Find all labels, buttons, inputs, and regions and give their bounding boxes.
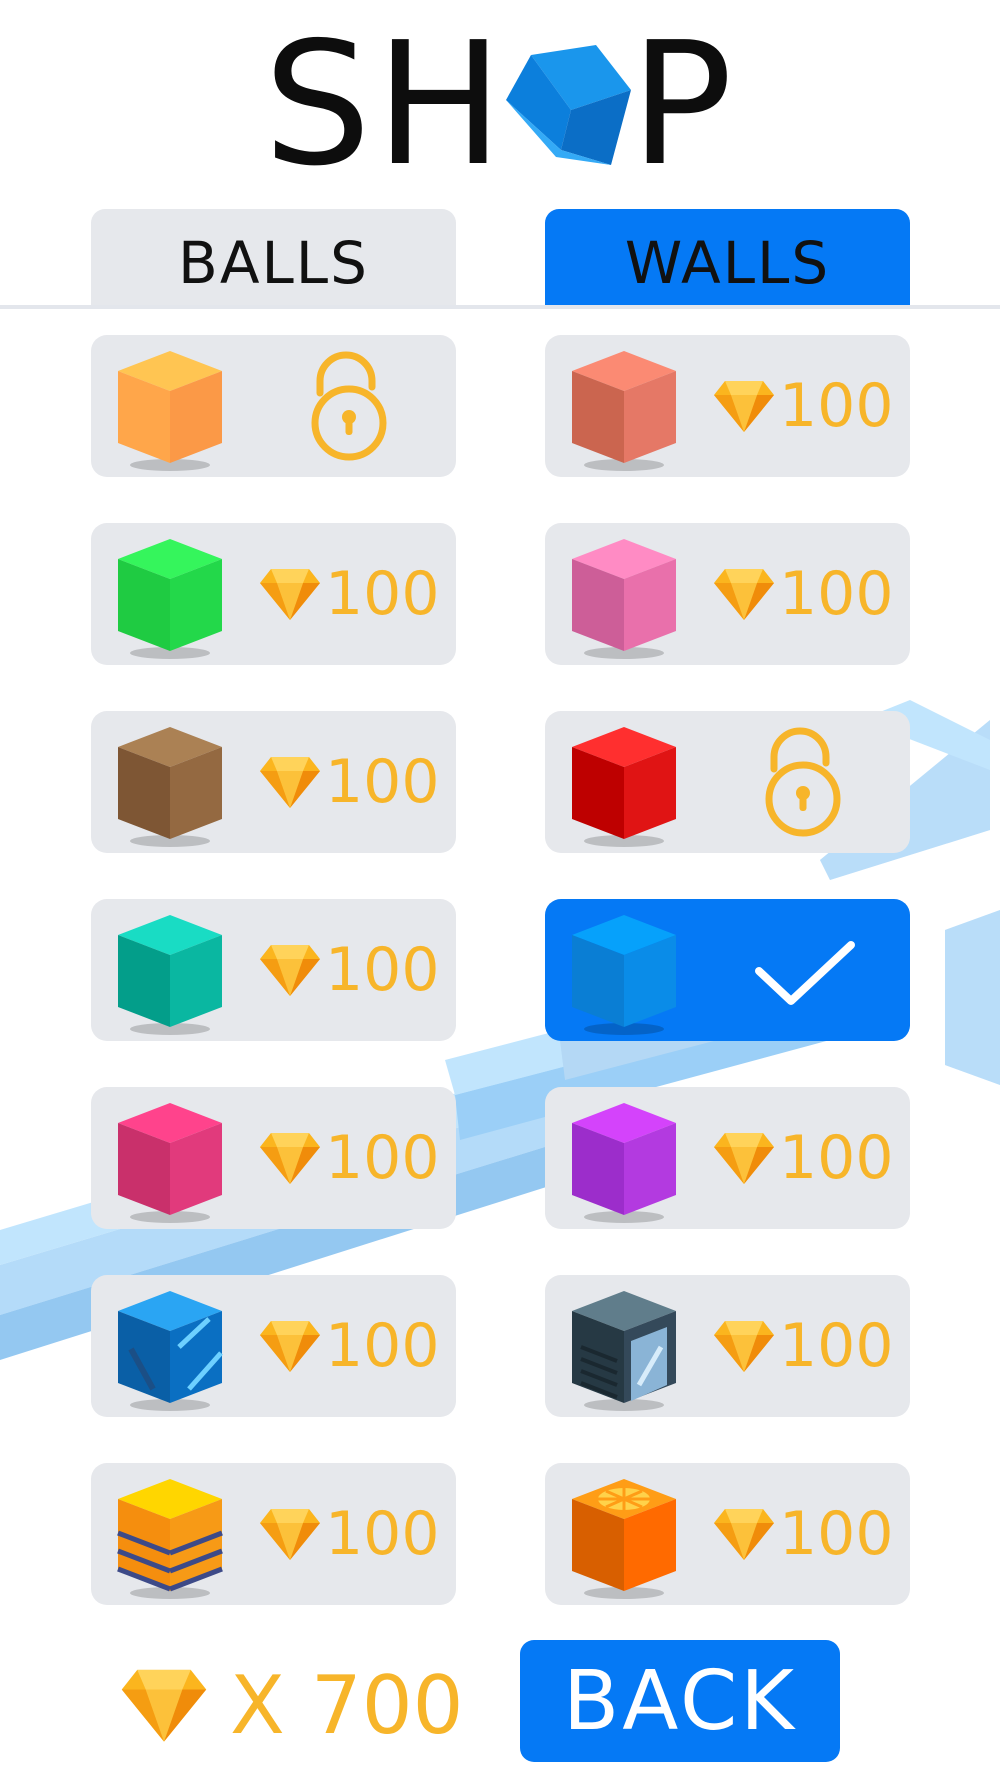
- tab-balls[interactable]: BALLS: [91, 209, 456, 309]
- item-price: 100: [713, 1311, 894, 1381]
- item-price: 100: [259, 559, 440, 629]
- gem-icon: [714, 1509, 774, 1560]
- tab-balls-label: BALLS: [178, 229, 369, 297]
- price-value: 100: [325, 935, 440, 1005]
- tab-walls[interactable]: WALLS: [545, 209, 910, 309]
- title-text-right: P: [630, 6, 737, 204]
- balance-prefix: X: [230, 1658, 285, 1752]
- price-value: 100: [325, 1311, 440, 1381]
- item-price: 100: [259, 1311, 440, 1381]
- blue-cube-icon: [572, 915, 676, 1035]
- gem-icon: [260, 1133, 320, 1184]
- gem-icon: [714, 569, 774, 620]
- shop-item-pink-cube[interactable]: 100: [545, 523, 910, 665]
- shop-item-brown-cube[interactable]: 100: [91, 711, 456, 853]
- price-value: 100: [779, 1123, 894, 1193]
- blue-glass-cube-icon: [118, 1291, 223, 1411]
- shop-item-dark-server-cube[interactable]: 100: [545, 1275, 910, 1417]
- unlock-icon: [311, 351, 387, 461]
- price-value: 100: [779, 1311, 894, 1381]
- shop-item-blue-glass-cube[interactable]: 100: [91, 1275, 456, 1417]
- gem-balance: X 700: [120, 1658, 464, 1752]
- striped-layer-cube-icon: [117, 1479, 223, 1599]
- dark-server-cube-icon: [572, 1291, 676, 1411]
- tab-divider: [0, 305, 1000, 309]
- back-button-label: BACK: [563, 1653, 797, 1749]
- teal-cube-icon: [118, 915, 222, 1035]
- item-price: 100: [713, 1499, 894, 1569]
- gem-icon: [260, 569, 320, 620]
- item-price: 100: [713, 371, 894, 441]
- gem-icon: [121, 1669, 207, 1742]
- gem-icon: [260, 1321, 320, 1372]
- shop-item-red-cube[interactable]: [545, 711, 910, 853]
- gem-icon: [260, 757, 320, 808]
- gem-icon: [714, 1133, 774, 1184]
- item-price: 100: [713, 559, 894, 629]
- title-text-left: SH: [263, 6, 508, 204]
- gem-icon: [260, 1509, 320, 1560]
- gem-icon: [714, 1321, 774, 1372]
- pink-cube-icon: [572, 539, 676, 659]
- item-price: 100: [259, 1499, 440, 1569]
- price-value: 100: [779, 559, 894, 629]
- price-value: 100: [779, 1499, 894, 1569]
- orange-cube-icon: [118, 351, 222, 471]
- price-value: 100: [779, 371, 894, 441]
- brown-cube-icon: [118, 727, 222, 847]
- salmon-cube-icon: [572, 351, 676, 471]
- tab-walls-label: WALLS: [624, 229, 831, 297]
- blue-cube-icon: [506, 45, 632, 165]
- item-price: 100: [259, 747, 440, 817]
- balance-value: 700: [310, 1658, 464, 1752]
- item-price: 100: [259, 935, 440, 1005]
- gem-icon: [260, 945, 320, 996]
- shop-title: SH P: [0, 20, 1000, 190]
- item-price: 100: [713, 1123, 894, 1193]
- shop-item-orange-slice-cube[interactable]: 100: [545, 1463, 910, 1605]
- shop-item-magenta-cube[interactable]: 100: [91, 1087, 456, 1229]
- price-value: 100: [325, 747, 440, 817]
- price-value: 100: [325, 1499, 440, 1569]
- back-button[interactable]: BACK: [520, 1640, 840, 1762]
- shop-item-striped-layer-cube[interactable]: 100: [91, 1463, 456, 1605]
- shop-item-green-cube[interactable]: 100: [91, 523, 456, 665]
- price-value: 100: [325, 559, 440, 629]
- shop-item-orange-cube[interactable]: [91, 335, 456, 477]
- red-cube-icon: [572, 727, 676, 847]
- shop-item-teal-cube[interactable]: 100: [91, 899, 456, 1041]
- price-value: 100: [325, 1123, 440, 1193]
- unlock-icon: [765, 727, 841, 837]
- shop-item-blue-cube[interactable]: [545, 899, 910, 1041]
- shop-item-purple-cube[interactable]: 100: [545, 1087, 910, 1229]
- green-cube-icon: [118, 539, 222, 659]
- item-price: 100: [259, 1123, 440, 1193]
- orange-slice-cube-icon: [572, 1479, 676, 1599]
- shop-item-salmon-cube[interactable]: 100: [545, 335, 910, 477]
- magenta-cube-icon: [118, 1103, 222, 1223]
- purple-cube-icon: [572, 1103, 676, 1223]
- checkmark-icon: [755, 941, 855, 1005]
- gem-icon: [714, 381, 774, 432]
